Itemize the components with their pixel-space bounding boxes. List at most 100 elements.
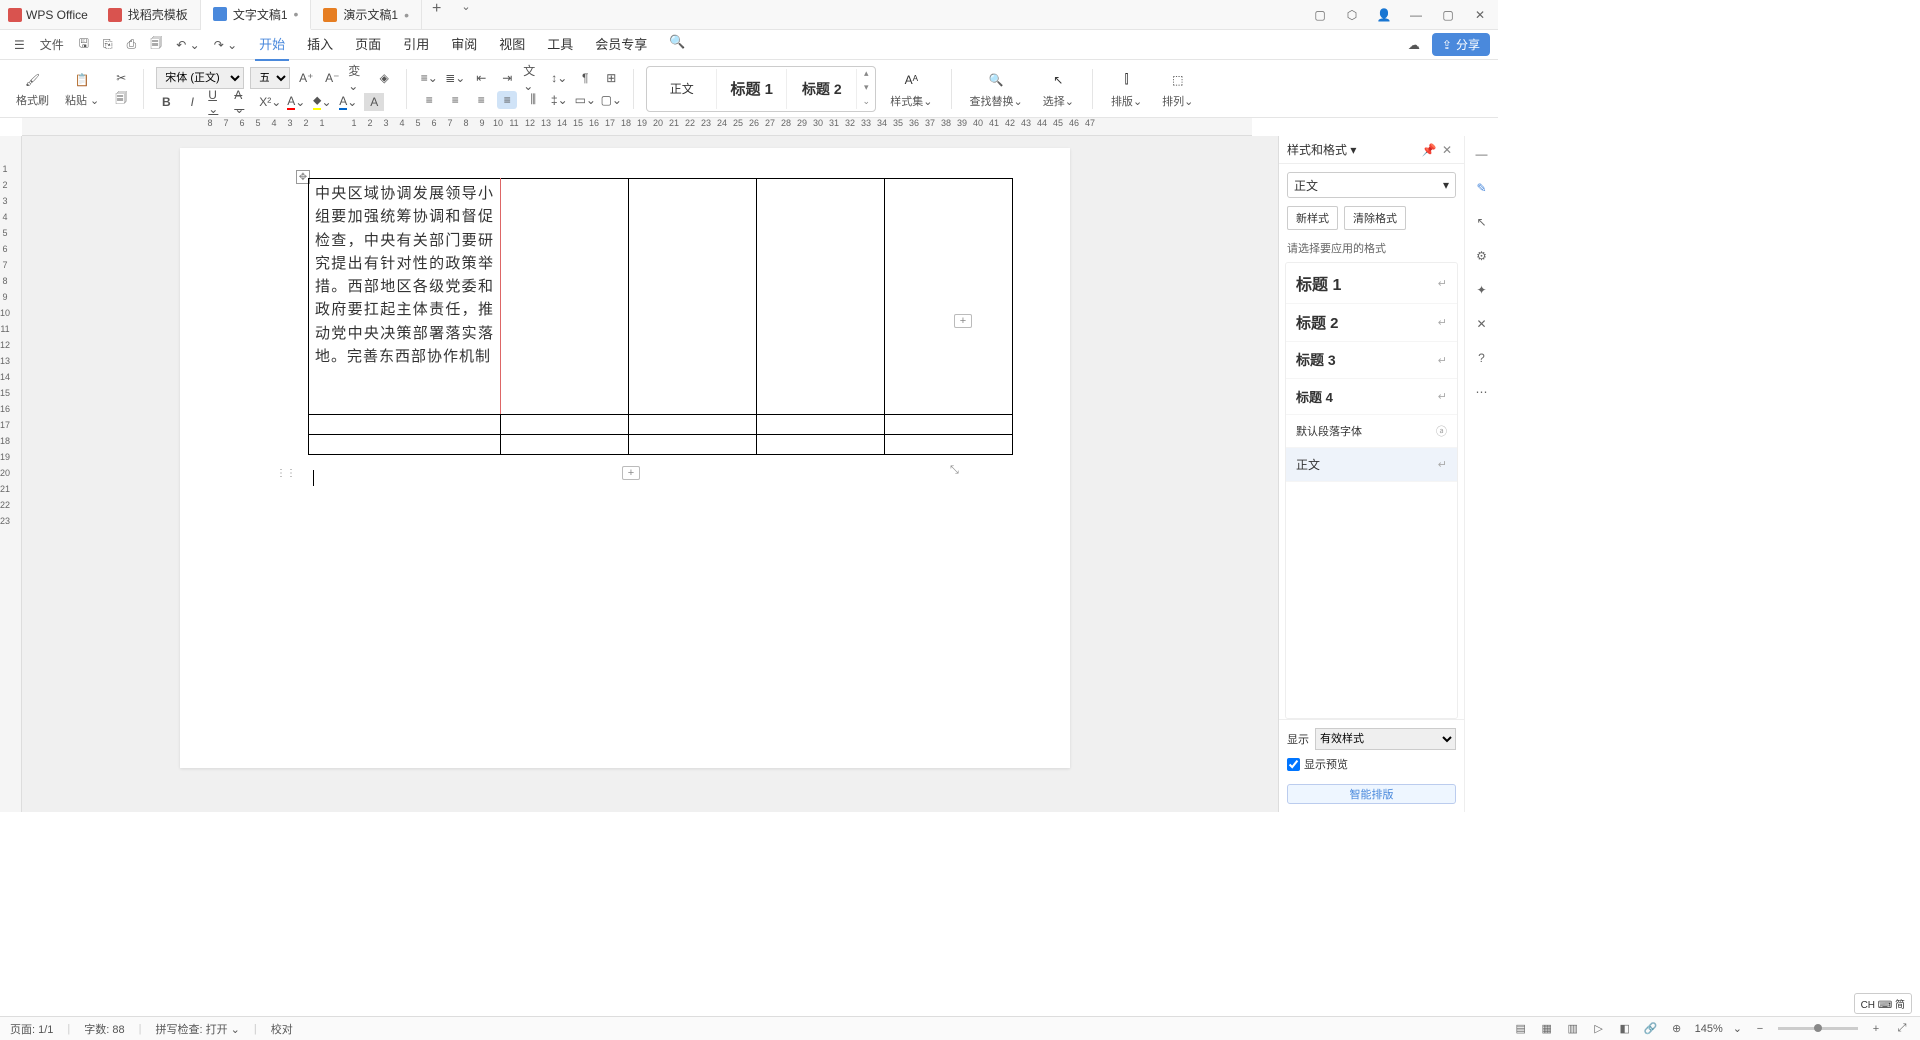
text-direction-button[interactable]: 文⌄ — [523, 69, 543, 87]
hamburger-icon[interactable]: ☰ — [8, 34, 31, 56]
tab-tools[interactable]: 工具 — [543, 28, 577, 61]
pointer-icon[interactable]: ↖ — [1472, 212, 1492, 232]
table-cell[interactable] — [629, 415, 757, 435]
table-cell[interactable] — [309, 415, 501, 435]
add-row-button[interactable]: + — [622, 466, 640, 480]
style-heading2[interactable]: 标题 2 — [787, 69, 857, 109]
text-color-button[interactable]: A⌄ — [338, 93, 358, 111]
collapse-icon[interactable]: — — [1472, 144, 1492, 164]
style-heading1[interactable]: 标题 1 — [717, 69, 787, 109]
tab-view[interactable]: 视图 — [495, 28, 529, 61]
pin-icon[interactable]: 📌 — [1420, 143, 1438, 157]
tab-presentation[interactable]: 演示文稿1 • — [311, 0, 422, 29]
borders-button[interactable]: ▢⌄ — [601, 91, 621, 109]
add-column-button[interactable]: + — [954, 314, 972, 328]
format-painter-group[interactable]: 🖌 格式刷 — [12, 70, 53, 108]
font-name-select[interactable]: 宋体 (正文) — [156, 67, 244, 89]
zoom-in-icon[interactable]: + — [1868, 1021, 1884, 1037]
maximize-button[interactable]: ▢ — [1438, 5, 1458, 25]
smart-layout-button[interactable]: 智能排版 — [1287, 784, 1456, 804]
sort-button[interactable]: ↕⌄ — [549, 69, 569, 87]
line-spacing-button[interactable]: ‡⌄ — [549, 91, 569, 109]
window-layout-icon[interactable]: ▢ — [1310, 5, 1330, 25]
select-button[interactable]: ↖选择⌄ — [1037, 69, 1080, 109]
table-cell[interactable]: 中央区域协调发展领导小组要加强统筹协调和督促检查，中央有关部门要研究提出有针对性… — [309, 179, 501, 415]
underline-button[interactable]: U ⌄ — [208, 93, 228, 111]
word-count[interactable]: 字数: 88 — [84, 1021, 124, 1037]
increase-indent-button[interactable]: ⇥ — [497, 69, 517, 87]
link-icon[interactable]: 🔗 — [1643, 1021, 1659, 1037]
table-cell[interactable] — [501, 179, 629, 415]
align-center-button[interactable]: ≡ — [445, 91, 465, 109]
fullscreen-icon[interactable]: ⤢ — [1894, 1021, 1910, 1037]
style-set-button[interactable]: Aᴬ样式集⌄ — [884, 69, 938, 109]
table-cell[interactable] — [885, 435, 1013, 455]
vertical-ruler[interactable]: 1234567891011121314151617181920212223 — [0, 136, 22, 812]
table-resize-handle[interactable]: ⤡ — [950, 464, 959, 477]
layout-button[interactable]: ⫿排版⌄ — [1105, 69, 1148, 109]
strikethrough-button[interactable]: A ⌄ — [234, 93, 254, 111]
style-item[interactable]: 标题 2↵ — [1286, 304, 1457, 342]
shading-button[interactable]: ▭⌄ — [575, 91, 595, 109]
style-item[interactable]: 默认段落字体ⓐ — [1286, 415, 1457, 448]
spellcheck-status[interactable]: 拼写检查: 打开 ⌄ — [155, 1021, 239, 1037]
style-up-icon[interactable]: ▴ — [857, 68, 875, 82]
table-cell[interactable] — [501, 435, 629, 455]
table-cell[interactable] — [501, 415, 629, 435]
align-right-button[interactable]: ≡ — [471, 91, 491, 109]
tab-home[interactable]: 开始 — [255, 28, 289, 61]
print-preview-icon[interactable]: 🗐 — [144, 30, 168, 59]
preview-checkbox[interactable]: 显示预览 — [1287, 756, 1456, 772]
superscript-button[interactable]: X²⌄ — [260, 93, 280, 111]
new-tab-button[interactable]: + — [422, 0, 451, 29]
tab-reference[interactable]: 引用 — [399, 28, 433, 61]
drag-handle-icon[interactable]: ⋮⋮ — [276, 468, 296, 479]
tab-review[interactable]: 审阅 — [447, 28, 481, 61]
view-print-icon[interactable]: ▤ — [1513, 1021, 1529, 1037]
align-justify-button[interactable]: ≡ — [497, 91, 517, 109]
font-color-button[interactable]: A⌄ — [286, 93, 306, 111]
redo-button[interactable]: ↷ ⌄ — [208, 34, 243, 56]
decrease-indent-button[interactable]: ⇤ — [471, 69, 491, 87]
table-cell[interactable] — [757, 179, 885, 415]
tab-page[interactable]: 页面 — [351, 28, 385, 61]
document-area[interactable]: 1234567891011121314151617181920212223 ✥ … — [0, 136, 1278, 812]
increase-font-icon[interactable]: A⁺ — [296, 69, 316, 87]
view-focus-icon[interactable]: ◧ — [1617, 1021, 1633, 1037]
table-cell[interactable] — [629, 179, 757, 415]
numbering-button[interactable]: ≣⌄ — [445, 69, 465, 87]
tab-menu-button[interactable]: ⌄ — [451, 0, 480, 29]
table-cell[interactable] — [757, 415, 885, 435]
tab-templates[interactable]: 找稻壳模板 — [96, 0, 201, 29]
arrange-button[interactable]: ⬚排列⌄ — [1156, 69, 1199, 109]
document-table[interactable]: 中央区域协调发展领导小组要加强统筹协调和督促检查，中央有关部门要研究提出有针对性… — [308, 178, 1013, 455]
zoom-slider[interactable] — [1778, 1027, 1858, 1030]
edit-icon[interactable]: ✎ — [1472, 178, 1492, 198]
share-button[interactable]: ⇪ 分享 — [1432, 33, 1490, 56]
style-item[interactable]: 标题 1↵ — [1286, 263, 1457, 304]
view-outline-icon[interactable]: ▦ — [1539, 1021, 1555, 1037]
style-gallery[interactable]: 正文 标题 1 标题 2 ▴▾⌄ — [646, 66, 876, 112]
zoom-level[interactable]: 145% — [1695, 1023, 1723, 1035]
view-web-icon[interactable]: ▷ — [1591, 1021, 1607, 1037]
style-item[interactable]: 正文↵ — [1286, 448, 1457, 482]
settings-icon[interactable]: ⚙ — [1472, 246, 1492, 266]
highlight-button[interactable]: ⬥⌄ — [312, 93, 332, 111]
show-filter-select[interactable]: 有效样式 — [1315, 728, 1456, 750]
tools-icon[interactable]: ✕ — [1472, 314, 1492, 334]
horizontal-ruler[interactable]: 8765432112345678910111213141516171819202… — [22, 118, 1252, 136]
view-read-icon[interactable]: ▥ — [1565, 1021, 1581, 1037]
find-replace-button[interactable]: 🔍查找替换⌄ — [964, 69, 1029, 109]
minimize-button[interactable]: — — [1406, 5, 1426, 25]
clear-format-button[interactable]: 清除格式 — [1344, 206, 1406, 230]
more-icon[interactable]: ⋯ — [1472, 382, 1492, 402]
tab-doc1[interactable]: 文字文稿1 • — [201, 0, 312, 30]
user-avatar-icon[interactable]: 👤 — [1374, 5, 1394, 25]
sparkle-icon[interactable]: ✦ — [1472, 280, 1492, 300]
clear-format-icon[interactable]: ◈ — [374, 69, 394, 87]
cloud-icon[interactable]: ☁ — [1402, 34, 1426, 56]
tabs-button[interactable]: ⊞ — [601, 69, 621, 87]
bold-button[interactable]: B — [156, 93, 176, 111]
ime-indicator[interactable]: CH ⌨ 简 — [1854, 993, 1912, 1014]
char-shading-button[interactable]: A — [364, 93, 384, 111]
